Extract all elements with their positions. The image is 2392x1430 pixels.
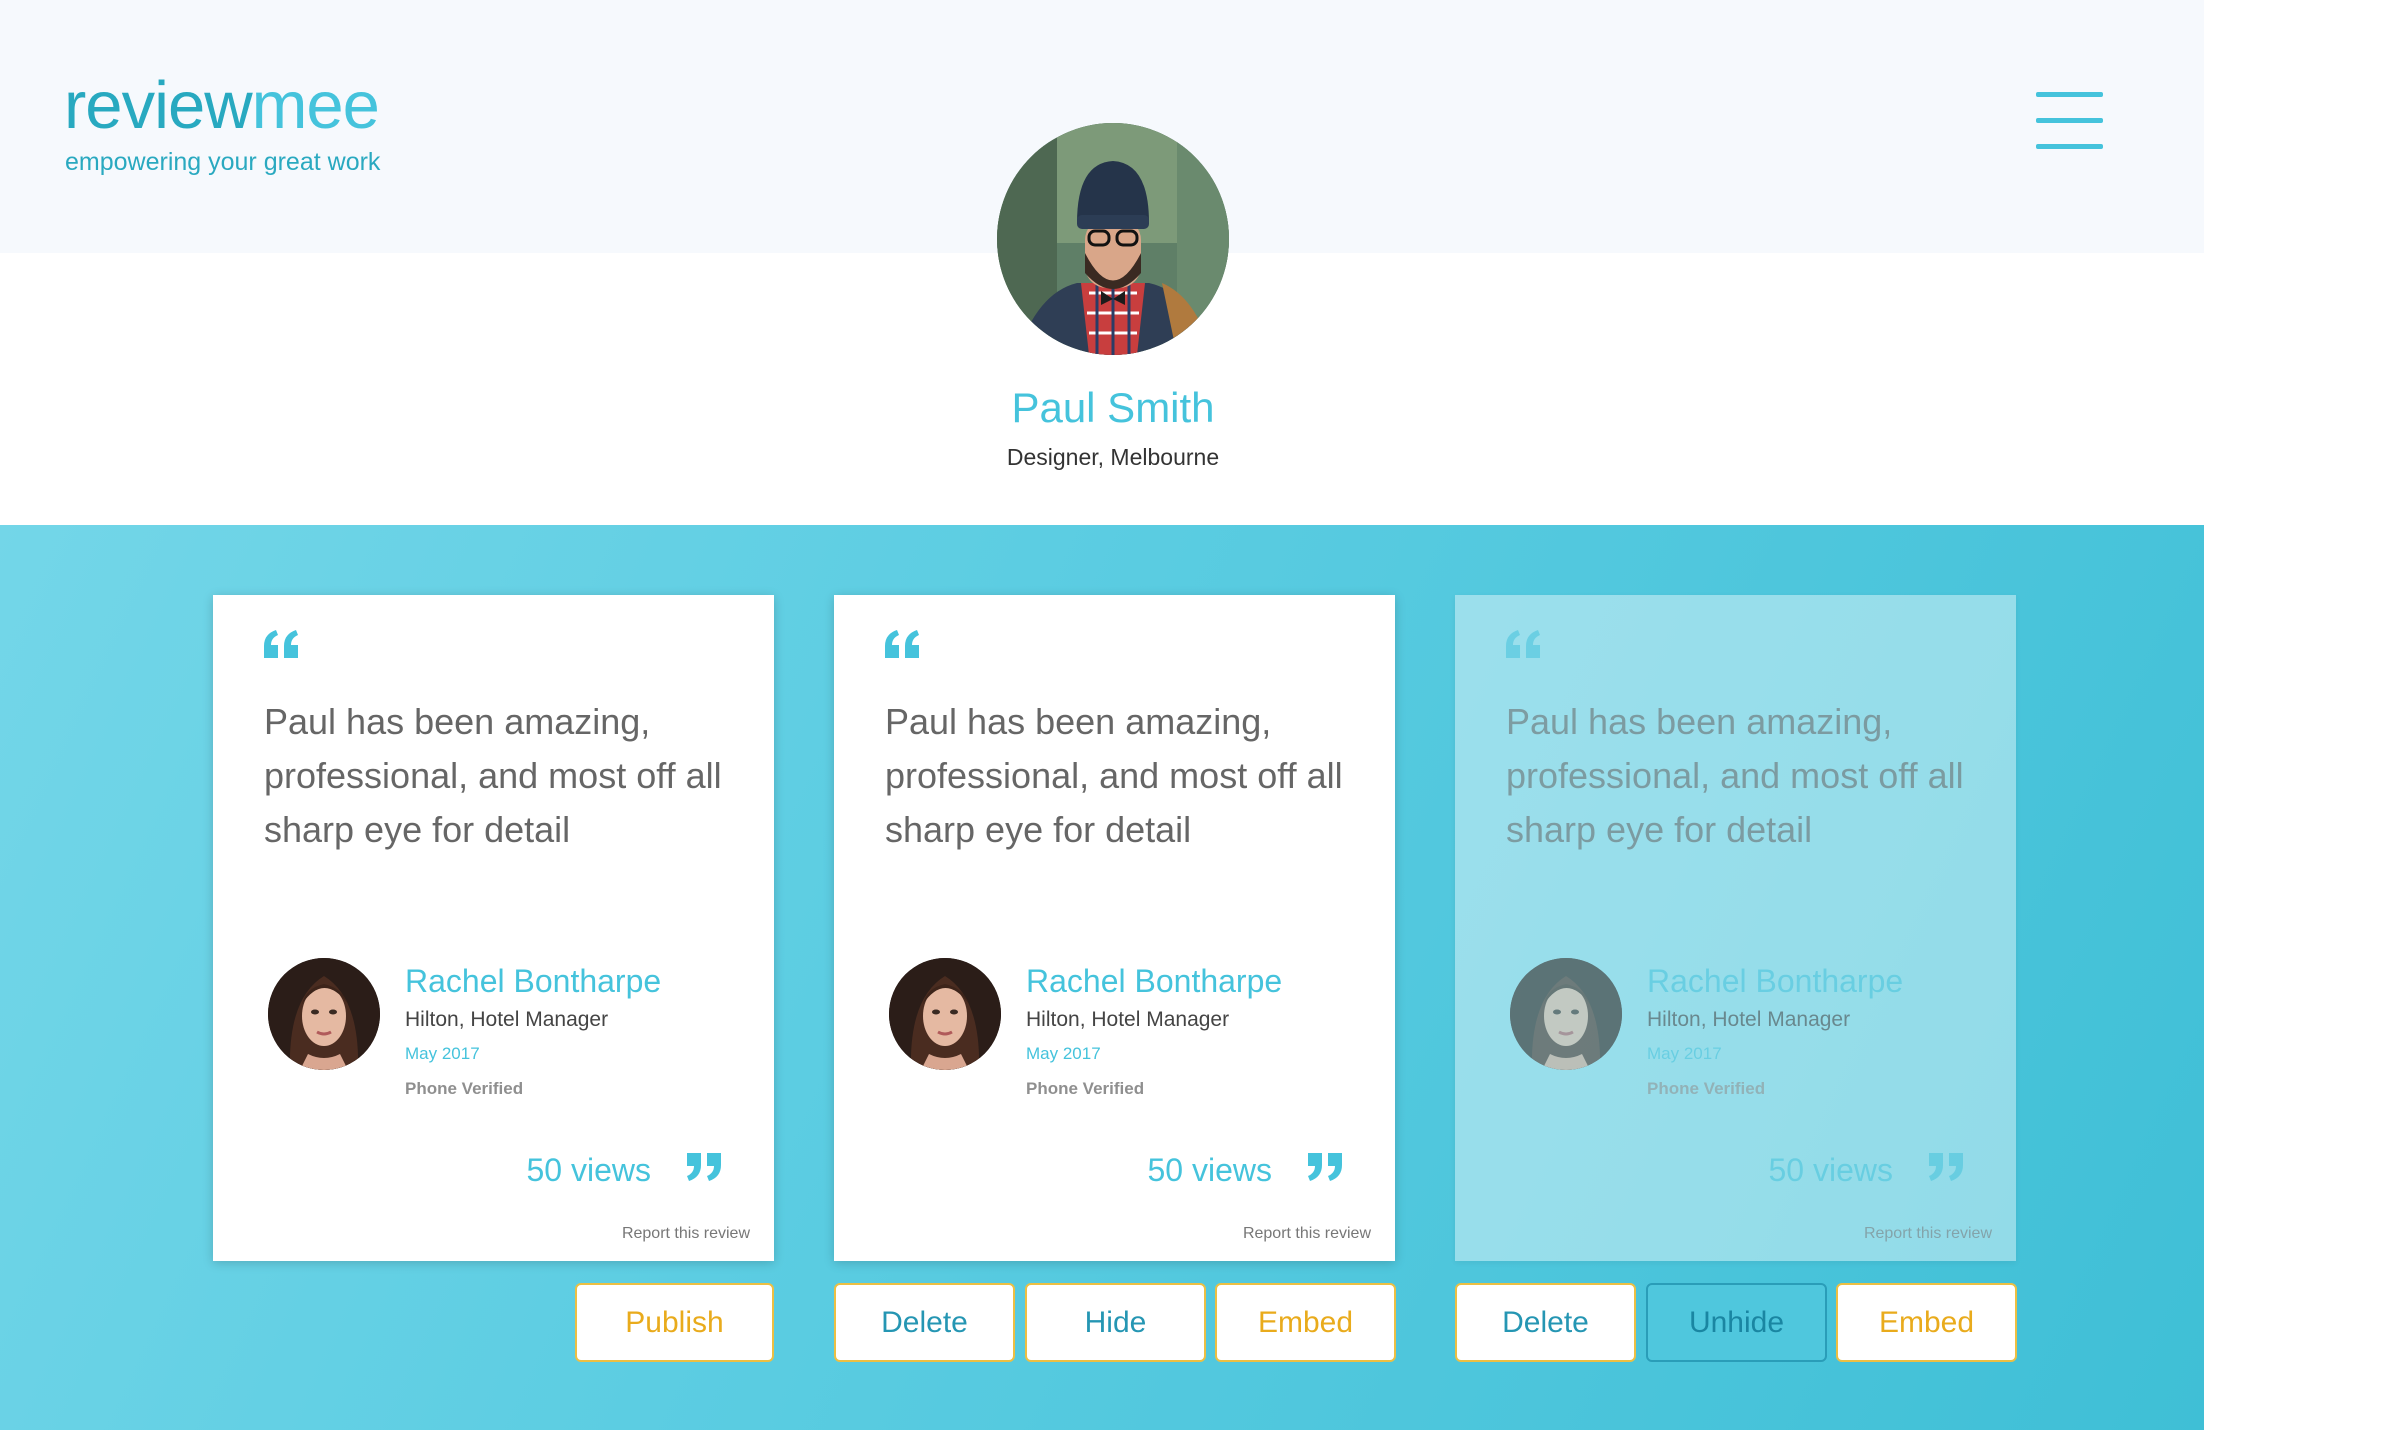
main-content: reviewmee empowering your great work Pau… — [0, 0, 2204, 1430]
review-date: May 2017 — [1026, 1044, 1101, 1063]
embed-button[interactable]: Embed — [1215, 1283, 1396, 1362]
views-count: 50 views — [1147, 1152, 1273, 1188]
hamburger-menu-icon[interactable] — [2036, 90, 2103, 150]
review-text: Paul has been amazing, professional, and… — [885, 701, 1343, 850]
review-text: Paul has been amazing, professional, and… — [1506, 701, 1964, 850]
hide-button[interactable]: Hide — [1025, 1283, 1206, 1362]
reviewer-role: Hilton, Hotel Manager — [1647, 1008, 1851, 1031]
report-review-link[interactable]: Report this review — [1864, 1225, 1992, 1243]
review-card: Paul has been amazing, professional, and… — [834, 595, 1395, 1261]
page: reviewmee empowering your great work Pau… — [0, 0, 2392, 1430]
reviewer-avatar — [889, 958, 1001, 1070]
reviewer-role: Hilton, Hotel Manager — [1026, 1008, 1230, 1031]
verified-badge: Phone Verified — [1026, 1079, 1145, 1098]
profile-avatar — [997, 123, 1229, 355]
views-count: 50 views — [1768, 1152, 1894, 1188]
tagline: empowering your great work — [65, 148, 381, 176]
review-text: Paul has been amazing, professional, and… — [264, 701, 722, 850]
quote-close-icon — [1308, 1153, 1342, 1181]
review-card-hidden: Paul has been amazing, professional, and… — [1455, 595, 2016, 1261]
report-review-link[interactable]: Report this review — [1243, 1225, 1371, 1243]
profile-role: Designer, Melbourne — [1006, 444, 1220, 470]
reviewer-name: Rachel Bontharpe — [405, 963, 662, 999]
logo-part-mee: mee — [251, 68, 380, 143]
reviewer-avatar — [268, 958, 380, 1070]
publish-button[interactable]: Publish — [575, 1283, 774, 1362]
logo[interactable]: reviewmee — [64, 66, 380, 146]
verified-badge: Phone Verified — [405, 1079, 524, 1098]
review-date: May 2017 — [1647, 1044, 1722, 1063]
quote-close-icon — [687, 1153, 721, 1181]
quote-open-icon — [264, 630, 298, 658]
views-count: 50 views — [526, 1152, 652, 1188]
logo-part-review: review — [64, 68, 253, 143]
review-card: Paul has been amazing, professional, and… — [213, 595, 774, 1261]
delete-button[interactable]: Delete — [1455, 1283, 1636, 1362]
reviewer-name: Rachel Bontharpe — [1647, 963, 1904, 999]
quote-open-icon — [1506, 630, 1540, 658]
reviewer-role: Hilton, Hotel Manager — [405, 1008, 609, 1031]
quote-close-icon — [1929, 1153, 1963, 1181]
reviewer-avatar — [1510, 958, 1622, 1070]
reviewer-name: Rachel Bontharpe — [1026, 963, 1283, 999]
review-date: May 2017 — [405, 1044, 480, 1063]
quote-open-icon — [885, 630, 919, 658]
verified-badge: Phone Verified — [1647, 1079, 1766, 1098]
unhide-button[interactable]: Unhide — [1646, 1283, 1827, 1362]
report-review-link[interactable]: Report this review — [622, 1225, 750, 1243]
embed-button[interactable]: Embed — [1836, 1283, 2017, 1362]
delete-button[interactable]: Delete — [834, 1283, 1015, 1362]
profile-name: Paul Smith — [1011, 384, 1215, 431]
